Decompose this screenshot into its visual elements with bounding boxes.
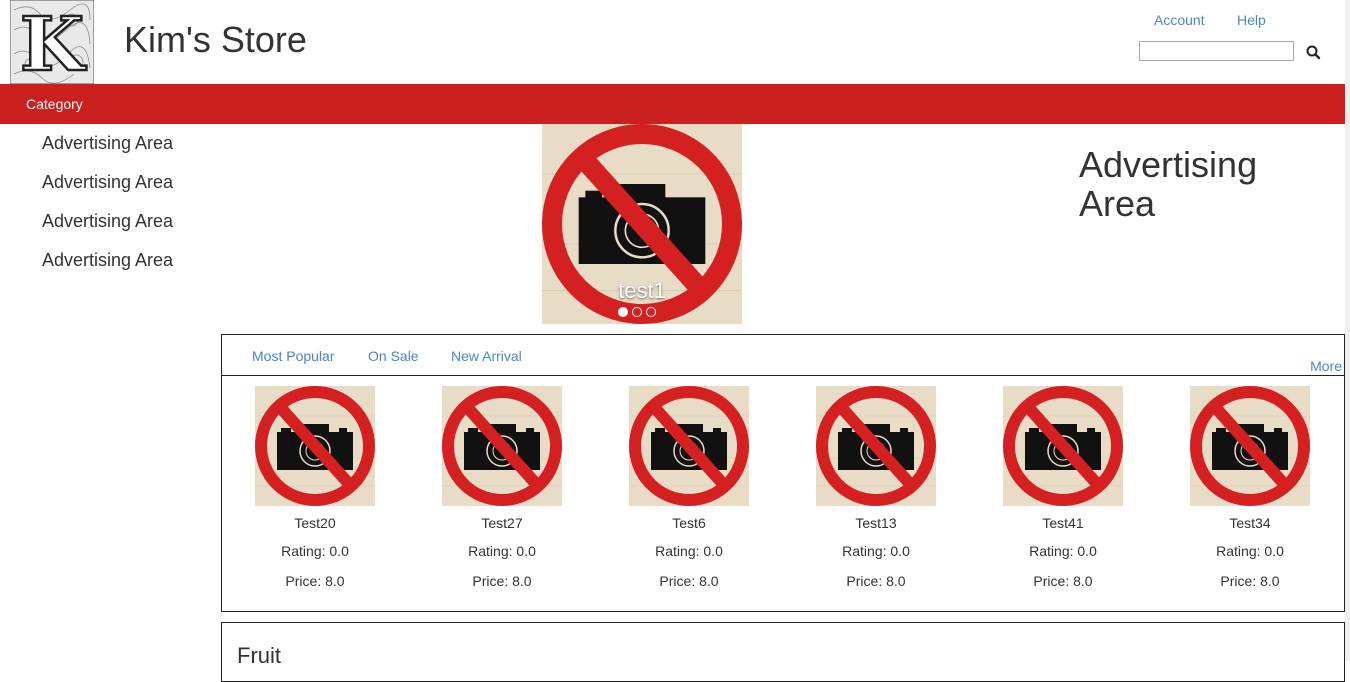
product-rating: Rating: 0.0: [281, 543, 349, 559]
no-photo-icon[interactable]: [442, 386, 562, 506]
product-rating: Rating: 0.0: [842, 543, 910, 559]
search-input[interactable]: [1139, 41, 1294, 61]
no-photo-icon[interactable]: [816, 386, 936, 506]
category-bar: Category: [0, 84, 1345, 124]
product-rating: Rating: 0.0: [1029, 543, 1097, 559]
product-card[interactable]: Test34 Rating: 0.0 Price: 8.0: [1190, 386, 1310, 593]
product-name[interactable]: Test27: [442, 515, 562, 535]
category-menu[interactable]: Category: [26, 96, 83, 112]
carousel-indicators: [618, 307, 656, 317]
tab-new-arrival[interactable]: New Arrival: [451, 348, 522, 364]
fruit-section: Fruit: [221, 622, 1345, 682]
no-photo-icon[interactable]: [629, 386, 749, 506]
carousel[interactable]: test1: [542, 124, 742, 324]
store-logo[interactable]: K: [9, 0, 95, 89]
carousel-dot-3[interactable]: [646, 307, 656, 317]
product-rating: Rating: 0.0: [1216, 543, 1284, 559]
product-name[interactable]: Test6: [629, 515, 749, 535]
product-price: Price: 8.0: [1220, 573, 1280, 589]
no-photo-icon[interactable]: [1003, 386, 1123, 506]
product-card[interactable]: Test41 Rating: 0.0 Price: 8.0: [1003, 386, 1123, 593]
product-card[interactable]: Test27 Rating: 0.0 Price: 8.0: [442, 386, 562, 593]
no-photo-icon[interactable]: [1190, 386, 1310, 506]
product-tabs: Most Popular On Sale New Arrival More: [222, 335, 1344, 376]
product-price: Price: 8.0: [846, 573, 906, 589]
product-price: Price: 8.0: [1033, 573, 1093, 589]
product-name[interactable]: Test34: [1190, 515, 1310, 535]
product-name[interactable]: Test20: [255, 515, 375, 535]
logo-letter: K: [20, 2, 87, 84]
side-ad-1[interactable]: Advertising Area: [42, 133, 173, 172]
page-scrollbar[interactable]: [1345, 0, 1350, 661]
side-advertising: Advertising Area Advertising Area Advert…: [42, 133, 173, 289]
carousel-dot-1[interactable]: [618, 307, 628, 317]
store-title: Kim's Store: [124, 19, 307, 60]
help-link[interactable]: Help: [1237, 12, 1266, 28]
search-icon[interactable]: [1303, 42, 1323, 62]
no-photo-icon[interactable]: [255, 386, 375, 506]
product-panel: Most Popular On Sale New Arrival More Te…: [221, 334, 1345, 612]
site-header: K Kim's Store Account Help: [0, 0, 1345, 89]
product-price: Price: 8.0: [659, 573, 719, 589]
side-ad-2[interactable]: Advertising Area: [42, 172, 173, 211]
account-link[interactable]: Account: [1154, 12, 1205, 28]
more-link[interactable]: More: [1310, 358, 1342, 374]
carousel-dot-2[interactable]: [632, 307, 642, 317]
tab-on-sale[interactable]: On Sale: [368, 348, 419, 364]
section-title: Fruit: [237, 643, 281, 668]
product-rating: Rating: 0.0: [655, 543, 723, 559]
side-ad-3[interactable]: Advertising Area: [42, 211, 173, 250]
product-name[interactable]: Test41: [1003, 515, 1123, 535]
product-price: Price: 8.0: [285, 573, 345, 589]
tab-most-popular[interactable]: Most Popular: [252, 348, 334, 364]
right-advertising[interactable]: Advertising Area: [1079, 145, 1299, 223]
carousel-caption: test1: [618, 278, 666, 303]
product-name[interactable]: Test13: [816, 515, 936, 535]
side-ad-4[interactable]: Advertising Area: [42, 250, 173, 289]
product-card[interactable]: Test20 Rating: 0.0 Price: 8.0: [255, 386, 375, 593]
product-rating: Rating: 0.0: [468, 543, 536, 559]
product-card[interactable]: Test13 Rating: 0.0 Price: 8.0: [816, 386, 936, 593]
product-price: Price: 8.0: [472, 573, 532, 589]
product-card[interactable]: Test6 Rating: 0.0 Price: 8.0: [629, 386, 749, 593]
